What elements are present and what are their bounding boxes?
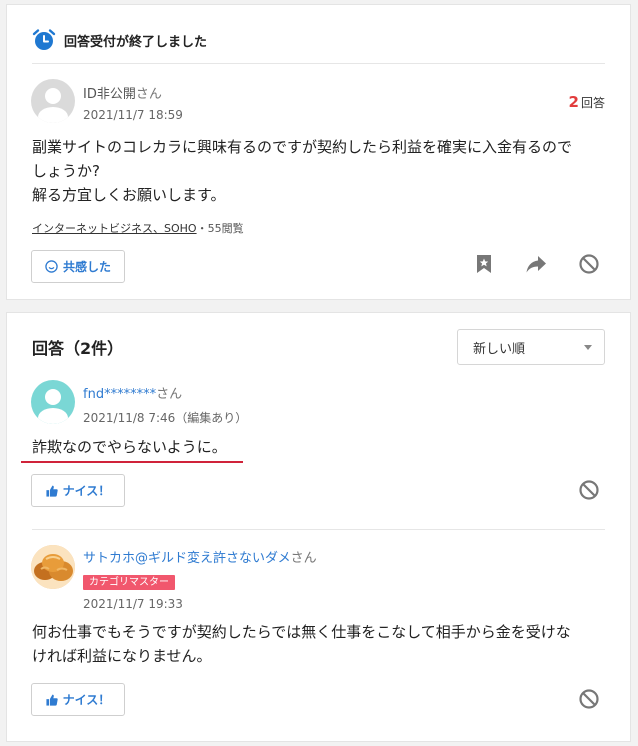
author-name-link[interactable]: サトカホ@ギルド変え許さないダメさん bbox=[83, 547, 317, 566]
thumbs-up-icon bbox=[46, 485, 58, 497]
question-body: 副業サイトのコレカラに興味有るのですが契約したら利益を確実に入金有るので しょう… bbox=[32, 138, 573, 204]
croissant-image bbox=[31, 545, 75, 589]
closed-status-text: 回答受付が終了しました bbox=[64, 34, 208, 50]
category-master-badge: カテゴリマスター bbox=[83, 575, 175, 590]
divider bbox=[32, 63, 605, 64]
smile-icon bbox=[45, 260, 58, 273]
avatar bbox=[31, 545, 75, 589]
post-date: 2021/11/7 19:33 bbox=[83, 597, 183, 611]
block-icon[interactable] bbox=[578, 688, 600, 710]
block-icon[interactable] bbox=[578, 479, 600, 501]
answers-section-title: 回答（2件） bbox=[32, 339, 124, 358]
empathy-button[interactable]: 共感した bbox=[31, 250, 125, 283]
default-user-icon bbox=[38, 389, 68, 424]
avatar bbox=[31, 79, 75, 123]
bookmark-icon[interactable] bbox=[473, 253, 495, 275]
category-link[interactable]: インターネットビジネス、SOHO bbox=[32, 222, 197, 235]
block-icon[interactable] bbox=[578, 253, 600, 275]
category-line: インターネットビジネス、SOHO・55閲覧 bbox=[32, 220, 244, 236]
closed-header: 回答受付が終了しました bbox=[32, 25, 207, 55]
alarm-clock-icon bbox=[32, 29, 56, 50]
view-count: ・55閲覧 bbox=[196, 222, 244, 235]
author-name: ID非公開さん bbox=[83, 87, 162, 102]
divider bbox=[32, 529, 605, 530]
answer-body: 何お仕事でもそうですが契約したらでは無く仕事をこなして相手から金を受けな ければ… bbox=[32, 623, 571, 665]
post-date: 2021/11/8 7:46（編集あり） bbox=[83, 411, 248, 425]
post-date: 2021/11/7 18:59 bbox=[83, 108, 183, 122]
default-user-icon bbox=[38, 88, 68, 123]
answer-count: 2 回答 bbox=[568, 93, 605, 111]
share-icon[interactable] bbox=[525, 253, 547, 275]
nice-button[interactable]: ナイス！ bbox=[31, 683, 125, 716]
author-name-link[interactable]: fnd********さん bbox=[83, 383, 182, 402]
question-card: 回答受付が終了しました ID非公開さん 2021/11/7 18:59 2 回答… bbox=[6, 4, 631, 300]
thumbs-up-icon bbox=[46, 694, 58, 706]
answer-body: 詐欺なのでやらないように。 bbox=[32, 438, 227, 456]
answers-card: 回答（2件） 新しい順 fnd********さん 2021/11/8 7:46… bbox=[6, 312, 631, 742]
highlight-underline bbox=[21, 461, 243, 463]
chevron-down-icon bbox=[584, 345, 592, 350]
avatar bbox=[31, 380, 75, 424]
nice-button[interactable]: ナイス！ bbox=[31, 474, 125, 507]
sort-dropdown[interactable]: 新しい順 bbox=[457, 329, 605, 365]
